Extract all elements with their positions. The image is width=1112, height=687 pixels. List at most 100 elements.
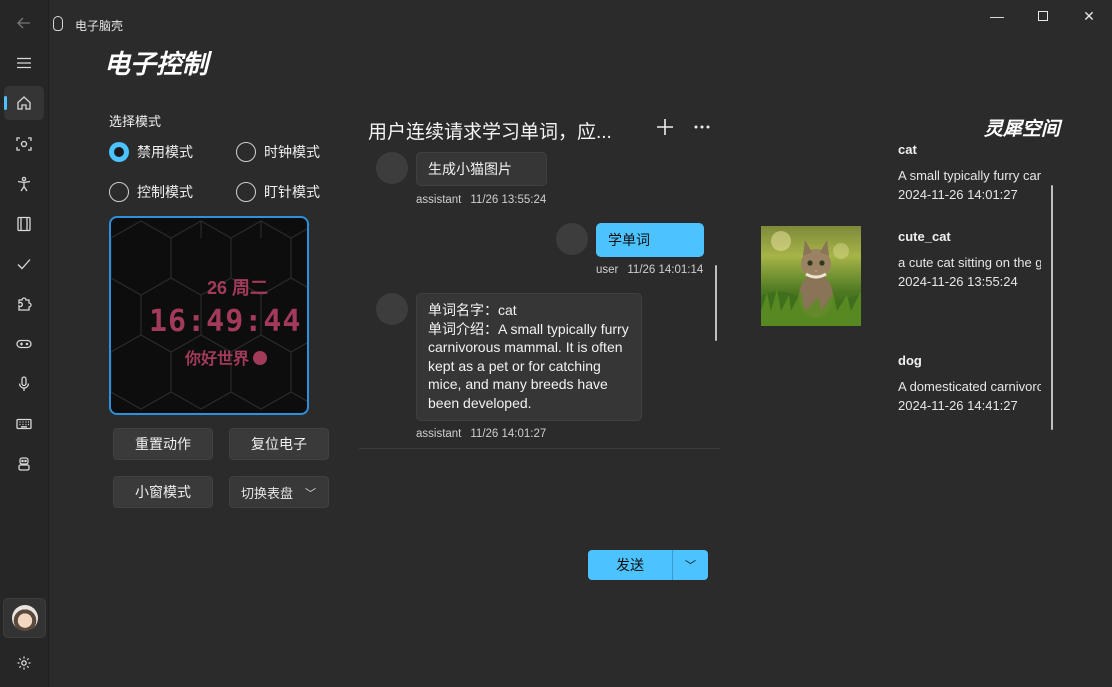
greeting-text: 你好世界 <box>185 351 250 368</box>
nav-item-keyboard[interactable] <box>4 407 44 441</box>
message-role: assistant <box>416 428 462 440</box>
title-bar: 电子脑壳 — ✕ <box>49 0 1112 34</box>
more-icon <box>694 125 710 129</box>
space-item-date: 2024-11-26 14:01:27 <box>898 187 1018 202</box>
cat-illustration <box>761 231 861 326</box>
send-button[interactable]: 发送 <box>588 550 673 580</box>
space-item-title[interactable]: cat <box>898 142 917 157</box>
chat-input-divider <box>359 448 720 449</box>
maximize-button[interactable] <box>1020 6 1066 26</box>
microphone-icon <box>18 376 30 391</box>
nav-item-tasks[interactable] <box>4 247 44 281</box>
nav-item-video[interactable] <box>4 207 44 241</box>
camera-scan-icon <box>16 137 32 151</box>
nav-item-robot[interactable] <box>4 447 44 481</box>
page-title: 电子控制 <box>104 49 209 79</box>
nav-item-voice[interactable] <box>4 367 44 401</box>
nav-rail <box>0 0 49 687</box>
puzzle-icon <box>18 297 32 311</box>
gear-icon <box>17 656 31 670</box>
minimize-button[interactable]: — <box>974 6 1020 26</box>
message-line: kept as a pet or for catching <box>428 357 601 374</box>
new-chat-button[interactable] <box>654 116 676 138</box>
radio-label: 时钟模式 <box>264 144 320 160</box>
radio-label: 盯针模式 <box>264 184 320 200</box>
mode-label: 选择模式 <box>109 114 162 129</box>
message-bubble: 生成小猫图片 <box>416 152 547 186</box>
radio-label: 控制模式 <box>137 184 193 200</box>
chevron-down-icon: ﹀ <box>305 488 316 500</box>
avatar <box>11 605 38 631</box>
message-time: 11/26 14:01:27 <box>470 428 547 440</box>
assistant-avatar <box>376 152 408 184</box>
app-title: 电子脑壳 <box>75 19 124 33</box>
chat-title: 用户连续请求学习单词，应... <box>368 122 612 143</box>
message-line: 单词名字：cat <box>428 302 517 318</box>
message-time: 11/26 13:55:24 <box>470 194 547 206</box>
home-icon <box>17 96 31 110</box>
reset-action-button[interactable]: 重置动作 <box>113 428 213 460</box>
clock-greeting: 你好世界 <box>185 345 268 369</box>
keyboard-icon <box>16 418 32 430</box>
message-line: carnivorous mammal. It is often <box>428 339 623 356</box>
user-avatar <box>556 223 588 255</box>
clock-time: 16:49:44 <box>149 304 302 339</box>
back-arrow-icon <box>17 17 30 29</box>
nav-item-body[interactable] <box>4 167 44 201</box>
message-time: 11/26 14:01:14 <box>627 264 704 276</box>
settings-button[interactable] <box>4 646 44 680</box>
send-split-button[interactable]: 发送 ﹀ <box>588 550 708 580</box>
small-window-button[interactable]: 小窗模式 <box>113 476 213 508</box>
check-icon <box>17 259 31 270</box>
assistant-avatar <box>376 293 408 325</box>
smiley-icon <box>253 351 268 365</box>
account-button[interactable] <box>3 598 46 638</box>
cat-image[interactable] <box>761 226 861 326</box>
switch-face-dropdown[interactable]: 切换表盘 ﹀ <box>229 476 329 508</box>
clock-date: 26 周二 <box>207 278 269 298</box>
nav-item-camera[interactable] <box>4 127 44 161</box>
message-line: 单词介绍：A small typically furry <box>428 320 629 337</box>
robot-icon <box>18 457 30 471</box>
radio-selected-icon <box>109 142 129 162</box>
hamburger-icon <box>17 57 31 69</box>
app-logo-icon <box>53 16 63 31</box>
reset-device-button[interactable]: 复位电子 <box>229 428 329 460</box>
menu-button[interactable] <box>4 46 44 80</box>
message-bubble-user: 学单词 <box>596 223 704 257</box>
close-icon: ✕ <box>1083 7 1095 24</box>
space-item-title[interactable]: dog <box>898 353 922 368</box>
radio-unselected-icon <box>109 182 129 202</box>
nav-item-plugins[interactable] <box>4 287 44 321</box>
radio-label: 禁用模式 <box>137 144 193 160</box>
plus-icon <box>657 119 673 135</box>
radio-clock-mode[interactable]: 时钟模式 <box>236 142 320 162</box>
message-line: been developed. <box>428 394 532 411</box>
space-item-title[interactable]: cute_cat <box>898 229 951 244</box>
nav-item-home[interactable] <box>4 86 44 120</box>
clock-face-preview: 26 周二 16:49:44 你好世界 <box>109 216 309 415</box>
radio-watch-mode[interactable]: 盯针模式 <box>236 182 320 202</box>
more-options-button[interactable] <box>691 116 713 138</box>
radio-disabled-mode[interactable]: 禁用模式 <box>109 142 193 162</box>
space-scrollbar[interactable] <box>1051 185 1053 430</box>
close-button[interactable]: ✕ <box>1066 6 1112 26</box>
person-pose-icon <box>17 176 31 192</box>
space-item-desc: a cute cat sitting on the grass <box>898 255 1041 270</box>
space-item-date: 2024-11-26 13:55:24 <box>898 274 1018 289</box>
message-meta: user 11/26 14:01:14 <box>596 264 703 276</box>
send-options-button[interactable]: ﹀ <box>673 550 708 580</box>
radio-unselected-icon <box>236 182 256 202</box>
radio-unselected-icon <box>236 142 256 162</box>
radio-control-mode[interactable]: 控制模式 <box>109 182 193 202</box>
nav-item-games[interactable] <box>4 327 44 361</box>
message-bubble: 单词名字：cat 单词介绍：A small typically furry ca… <box>416 293 642 421</box>
gamepad-icon <box>16 339 32 349</box>
back-button[interactable] <box>4 6 44 40</box>
message-line: mice, and many breeds have <box>428 376 608 393</box>
space-item-desc: A domesticated carnivorous mammal <box>898 379 1041 394</box>
chat-scrollbar[interactable] <box>715 265 717 341</box>
message-meta: assistant 11/26 14:01:27 <box>416 428 546 440</box>
space-item-desc: A small typically furry carnivorous mamm… <box>898 168 1041 183</box>
film-icon <box>17 216 31 232</box>
